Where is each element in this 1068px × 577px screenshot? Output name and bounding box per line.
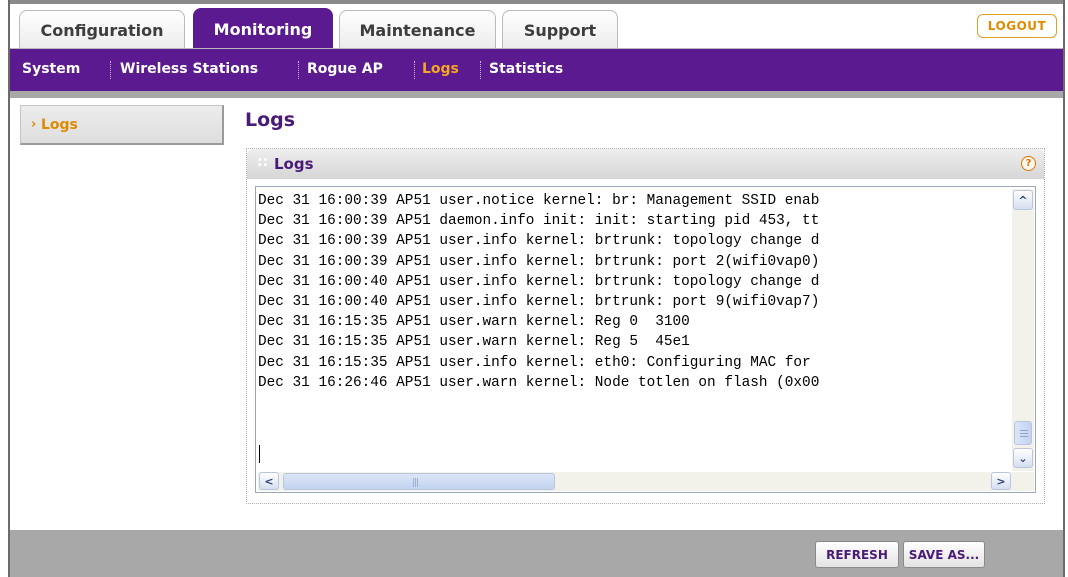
subnav-separator	[480, 61, 481, 79]
chevron-right-icon[interactable]: >	[991, 472, 1011, 490]
sidebar-item-label: Logs	[41, 117, 78, 133]
log-line: Dec 31 16:00:39 AP51 daemon.info init: i…	[258, 213, 820, 230]
subnav-separator	[414, 61, 415, 79]
tab-support[interactable]: Support	[502, 10, 618, 49]
chevron-down-icon[interactable]: ⌄	[1013, 448, 1033, 468]
help-icon[interactable]: ?	[1021, 156, 1036, 171]
subnav-separator	[298, 61, 299, 79]
log-line: Dec 31 16:00:40 AP51 user.info kernel: b…	[258, 273, 820, 290]
log-line: Dec 31 16:00:39 AP51 user.info kernel: b…	[258, 253, 820, 270]
subnav-separator	[110, 61, 111, 79]
panel-header: :: Logs ?	[247, 149, 1044, 179]
grip-line	[1020, 436, 1028, 437]
subnav-item-statistics[interactable]: Statistics	[489, 61, 563, 77]
grip-line	[1020, 430, 1028, 431]
sidebar-item-logs[interactable]: › Logs	[20, 105, 224, 145]
log-line: Dec 31 16:15:35 AP51 user.info kernel: e…	[258, 354, 811, 371]
logout-button[interactable]: LOGOUT	[977, 14, 1057, 38]
log-textarea[interactable]: Dec 31 16:00:39 AP51 user.notice kernel:…	[255, 186, 1036, 493]
subnav-item-system[interactable]: System	[22, 61, 80, 77]
log-text: Dec 31 16:00:39 AP51 user.notice kernel:…	[258, 191, 1010, 471]
text-cursor	[259, 445, 260, 463]
scrollbar-corner	[1012, 472, 1034, 491]
window-frame-top	[8, 0, 1065, 4]
window-frame-right	[1063, 0, 1065, 577]
horizontal-scrollbar[interactable]: < ||| >	[258, 472, 1012, 491]
tab-maintenance[interactable]: Maintenance	[339, 10, 496, 49]
page-title: Logs	[245, 109, 296, 131]
tab-configuration[interactable]: Configuration	[19, 10, 185, 49]
chevron-right-icon: ›	[31, 117, 37, 132]
tab-monitoring[interactable]: Monitoring	[193, 8, 333, 49]
grip-line	[1020, 433, 1028, 434]
log-line: Dec 31 16:00:39 AP51 user.info kernel: b…	[258, 233, 820, 250]
panel-title: Logs	[274, 155, 314, 173]
log-line: Dec 31 16:26:46 AP51 user.warn kernel: N…	[258, 374, 820, 391]
refresh-button[interactable]: REFRESH	[815, 541, 899, 568]
log-line: Dec 31 16:15:35 AP51 user.warn kernel: R…	[258, 314, 690, 331]
chevron-up-icon[interactable]: ^	[1013, 190, 1033, 210]
log-line: Dec 31 16:00:40 AP51 user.info kernel: b…	[258, 294, 820, 311]
subnav-item-rogue-ap[interactable]: Rogue AP	[307, 61, 383, 77]
subnav-item-logs[interactable]: Logs	[422, 61, 459, 77]
vertical-scrollbar[interactable]: ^ ⌄	[1012, 189, 1034, 471]
log-line: Dec 31 16:00:39 AP51 user.notice kernel:…	[258, 193, 820, 209]
log-line: Dec 31 16:15:35 AP51 user.warn kernel: R…	[258, 334, 690, 351]
sub-navigation-bar: System Wireless Stations Rogue AP Logs S…	[10, 49, 1063, 91]
subnav-item-wireless-stations[interactable]: Wireless Stations	[120, 61, 258, 77]
vertical-scroll-thumb[interactable]	[1014, 421, 1032, 445]
chevron-left-icon[interactable]: <	[259, 472, 279, 490]
horizontal-scroll-thumb[interactable]: |||	[283, 473, 555, 490]
save-as-button[interactable]: SAVE AS...	[903, 541, 985, 568]
grip-icon: |||	[412, 478, 419, 488]
grip-icon: ::	[257, 154, 269, 170]
header-divider-bar	[10, 91, 1063, 98]
